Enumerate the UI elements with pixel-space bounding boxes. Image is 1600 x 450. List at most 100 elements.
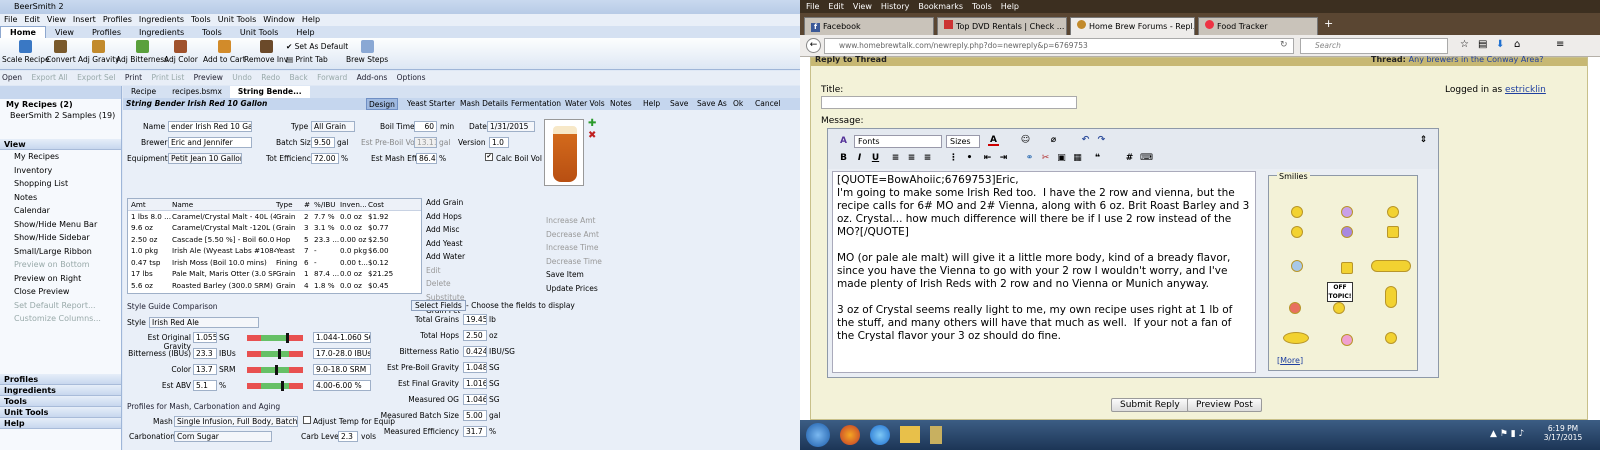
menu-view[interactable]: View [47, 15, 66, 24]
carbonation-select[interactable]: Corn Sugar [174, 431, 272, 442]
bookmarks-icon[interactable]: ▤ [1478, 39, 1487, 50]
smiley-icon[interactable] [1341, 334, 1353, 346]
col-number[interactable]: # [304, 199, 314, 210]
sidebar-group-tools[interactable]: Tools [0, 395, 121, 407]
open-button[interactable]: Open [2, 73, 22, 82]
sidebar-item-sidebar[interactable]: Show/Hide Sidebar [0, 231, 121, 245]
menu-help[interactable]: Help [302, 15, 320, 24]
redo-button[interactable]: Redo [261, 73, 280, 82]
browser-menu-history[interactable]: History [881, 2, 909, 11]
bold-icon[interactable]: B [838, 153, 849, 164]
back-arrow-icon[interactable]: ← [806, 38, 821, 53]
smiley-icon[interactable] [1341, 206, 1353, 218]
link-icon[interactable]: ⚭ [1024, 153, 1035, 164]
italic-icon[interactable]: I [854, 153, 865, 164]
align-right-icon[interactable]: ≡ [922, 153, 933, 164]
remove-ingredient-icon[interactable]: ✖ [588, 130, 596, 141]
sidebar-item-ribbon-size[interactable]: Small/Large Ribbon [0, 245, 121, 259]
sidebar-group-profiles[interactable]: Profiles [0, 373, 121, 385]
tab-facebook[interactable]: f Facebook [804, 17, 934, 35]
message-textarea[interactable]: [QUOTE=BowAhoiic;6769753]Eric, I'm going… [832, 171, 1256, 373]
sidebar-view-header[interactable]: View [0, 139, 121, 150]
tab-dvd-rentals[interactable]: Top DVD Rentals | Check ... [937, 17, 1067, 35]
angry-smiley-icon[interactable] [1289, 302, 1301, 314]
browser-menu-view[interactable]: View [853, 2, 872, 11]
editor-resize-icon[interactable]: ⇕ [1418, 135, 1429, 146]
home-icon[interactable]: ⌂ [1514, 39, 1520, 50]
ie-taskbar-icon[interactable] [870, 425, 890, 445]
video-icon[interactable]: ▦ [1072, 153, 1083, 164]
style-select[interactable]: Irish Red Ale [149, 317, 259, 328]
username-link[interactable]: estricklin [1505, 85, 1546, 95]
add-action-2[interactable]: Add Misc [426, 223, 465, 237]
new-tab-icon[interactable]: + [1324, 17, 1333, 30]
menu-profiles[interactable]: Profiles [103, 15, 132, 24]
calc-boil-vol-checkbox[interactable]: ✔ [485, 153, 493, 161]
print-list-button[interactable]: Print List [152, 73, 185, 82]
sidebar-group-unit-tools[interactable]: Unit Tools [0, 406, 121, 418]
browser-menu-edit[interactable]: Edit [828, 2, 844, 11]
add-to-cart-button[interactable]: Add to Cart [203, 40, 246, 64]
title-input[interactable] [821, 96, 1077, 109]
format-toggle-icon[interactable]: A [838, 136, 849, 147]
brew-steps-button[interactable]: Brew Steps [346, 40, 388, 64]
start-button-icon[interactable] [806, 423, 830, 447]
sidebar-item-inventory[interactable]: Inventory [0, 164, 121, 178]
smiley-menu-icon[interactable]: ☺ [1020, 135, 1031, 146]
add-action-3[interactable]: Add Yeast [426, 237, 465, 251]
undo-button[interactable]: Undo [232, 73, 252, 82]
remove-inv-button[interactable]: Remove Inv [244, 40, 288, 64]
adj-gravity-button[interactable]: Adj Gravity [78, 40, 120, 64]
mash-profile-select[interactable]: Single Infusion, Full Body, Batch S [174, 416, 298, 427]
menu-insert[interactable]: Insert [73, 15, 96, 24]
align-left-icon[interactable]: ≡ [890, 153, 901, 164]
yeast-starter-button[interactable]: Yeast Starter [405, 98, 457, 110]
type-select[interactable]: All Grain [311, 121, 355, 132]
ordered-list-icon[interactable]: ⋮ [948, 153, 959, 164]
menu-icon[interactable]: ≡ [1556, 39, 1564, 50]
table-row[interactable]: 1.0 pkg Irish Ale (Wyeast Labs #1084... Ye… [128, 245, 421, 257]
menu-edit[interactable]: Edit [24, 15, 40, 24]
export-sel-button[interactable]: Export Sel [77, 73, 115, 82]
preview-button[interactable]: Preview [194, 73, 223, 82]
off-topic-sign[interactable]: OFF TOPIC! [1327, 282, 1353, 302]
water-vols-button[interactable]: Water Vols [563, 98, 607, 110]
amount-action-1[interactable]: Decrease Amt [546, 228, 602, 242]
add-action-6[interactable]: Delete [426, 277, 465, 291]
sidebar-group-ingredients[interactable]: Ingredients [0, 384, 121, 396]
smiley-icon[interactable] [1387, 206, 1399, 218]
code-icon[interactable]: ⌨ [1140, 153, 1153, 164]
adjust-temp-checkbox[interactable] [303, 416, 311, 424]
image-icon[interactable]: ▣ [1056, 153, 1067, 164]
sidebar-item-calendar[interactable]: Calendar [0, 204, 121, 218]
notes-button[interactable]: Notes [608, 98, 634, 110]
save-as-button[interactable]: Save As [695, 98, 729, 110]
add-ingredient-icon[interactable]: ✚ [588, 118, 596, 129]
font-select[interactable]: Fonts [854, 135, 942, 148]
sidebar-item-close-preview[interactable]: Close Preview [0, 285, 121, 299]
outdent-icon[interactable]: ⇤ [982, 153, 993, 164]
add-action-5[interactable]: Edit [426, 264, 465, 278]
brewer-field[interactable]: Eric and Jennifer [168, 137, 252, 148]
col-name[interactable]: Name [172, 199, 276, 210]
cool-smiley-icon[interactable] [1371, 260, 1411, 272]
carb-level-field[interactable]: 2.3 [338, 431, 358, 442]
search-box[interactable]: Search [1300, 38, 1448, 54]
firefox-taskbar-icon[interactable] [840, 425, 860, 445]
convert-button[interactable]: Convert [46, 40, 76, 64]
reload-icon[interactable]: ↻ [1280, 40, 1288, 50]
cheers-smiley-icon[interactable] [1283, 332, 1309, 344]
explorer-taskbar-icon[interactable] [900, 426, 920, 443]
menu-unit-tools[interactable]: Unit Tools [218, 15, 257, 24]
browser-menu-file[interactable]: File [806, 2, 819, 11]
doc-tab-recipes-file[interactable]: recipes.bsmx [164, 86, 230, 98]
date-picker[interactable]: 1/31/2015 [487, 121, 535, 132]
browser-menu-tools[interactable]: Tools [972, 2, 992, 11]
col-ibu[interactable]: %/IBU [314, 199, 340, 210]
print-button[interactable]: Print [125, 73, 142, 82]
fermentation-button[interactable]: Fermentation [509, 98, 563, 110]
size-select[interactable]: Sizes [946, 135, 980, 148]
browser-menu-bookmarks[interactable]: Bookmarks [918, 2, 963, 11]
underline-icon[interactable]: U [870, 153, 881, 164]
save-button[interactable]: Save [668, 98, 690, 110]
